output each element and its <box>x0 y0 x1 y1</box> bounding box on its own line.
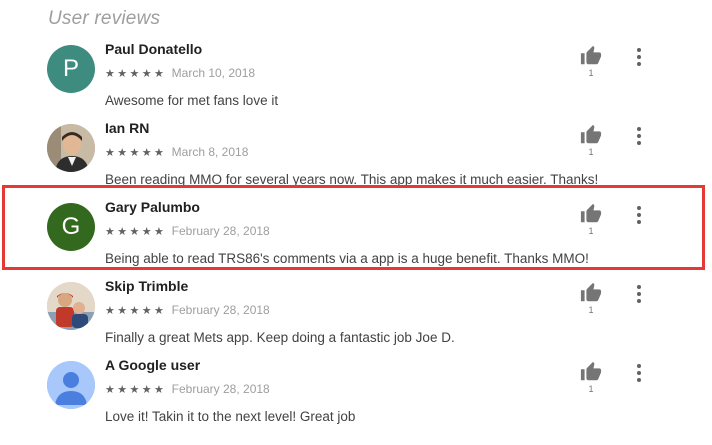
star-rating: ★★★★★ <box>105 68 167 80</box>
more-vert-icon <box>637 127 641 145</box>
thumb-up-icon <box>580 282 602 302</box>
star-rating: ★★★★★ <box>105 147 167 159</box>
avatar[interactable] <box>47 124 95 172</box>
review-meta: ★★★★★ March 10, 2018 <box>105 66 255 80</box>
highlight-box <box>2 185 705 270</box>
review-date: March 10, 2018 <box>171 66 256 80</box>
avatar[interactable]: P <box>47 45 95 93</box>
review-meta: ★★★★★ February 28, 2018 <box>105 382 270 396</box>
more-options-button[interactable] <box>632 126 646 146</box>
review-date: February 28, 2018 <box>171 382 270 396</box>
reviewer-name: A Google user <box>105 357 201 373</box>
avatar[interactable] <box>47 361 95 409</box>
more-vert-icon <box>637 48 641 66</box>
reviewer-name: Skip Trimble <box>105 278 189 294</box>
like-count: 1 <box>588 147 594 157</box>
default-user-icon <box>47 361 95 409</box>
user-photo-icon <box>47 282 95 330</box>
review-meta: ★★★★★ February 28, 2018 <box>105 303 270 317</box>
review-text: Love it! Takin it to the next level! Gre… <box>105 409 356 424</box>
star-rating: ★★★★★ <box>105 384 167 396</box>
review-date: February 28, 2018 <box>171 303 270 317</box>
review-meta: ★★★★★ March 8, 2018 <box>105 145 248 159</box>
like-button[interactable]: 1 <box>578 124 604 160</box>
like-count: 1 <box>588 305 594 315</box>
like-count: 1 <box>588 384 594 394</box>
avatar-letter: P <box>62 55 79 82</box>
review-item: Skip Trimble ★★★★★ February 28, 2018 Fin… <box>0 278 712 357</box>
star-rating: ★★★★★ <box>105 305 167 317</box>
thumb-up-icon <box>580 361 602 381</box>
thumb-up-icon <box>580 124 602 144</box>
review-date: March 8, 2018 <box>171 145 249 159</box>
more-vert-icon <box>637 364 641 382</box>
like-button[interactable]: 1 <box>578 282 604 318</box>
more-options-button[interactable] <box>632 363 646 383</box>
reviewer-name: Ian RN <box>105 120 150 136</box>
review-text: Finally a great Mets app. Keep doing a f… <box>105 330 455 345</box>
like-button[interactable]: 1 <box>578 45 604 81</box>
review-item: A Google user ★★★★★ February 28, 2018 Lo… <box>0 357 712 436</box>
more-options-button[interactable] <box>632 47 646 67</box>
like-count: 1 <box>588 68 594 78</box>
more-options-button[interactable] <box>632 284 646 304</box>
more-vert-icon <box>637 285 641 303</box>
review-item: P Paul Donatello ★★★★★ March 10, 2018 Aw… <box>0 41 712 120</box>
review-text: Awesome for met fans love it <box>105 93 279 108</box>
reviewer-name: Paul Donatello <box>105 41 203 57</box>
avatar[interactable] <box>47 282 95 330</box>
thumb-up-icon <box>580 45 602 65</box>
section-title: User reviews <box>48 8 161 29</box>
user-photo-icon <box>47 124 95 172</box>
like-button[interactable]: 1 <box>578 361 604 397</box>
